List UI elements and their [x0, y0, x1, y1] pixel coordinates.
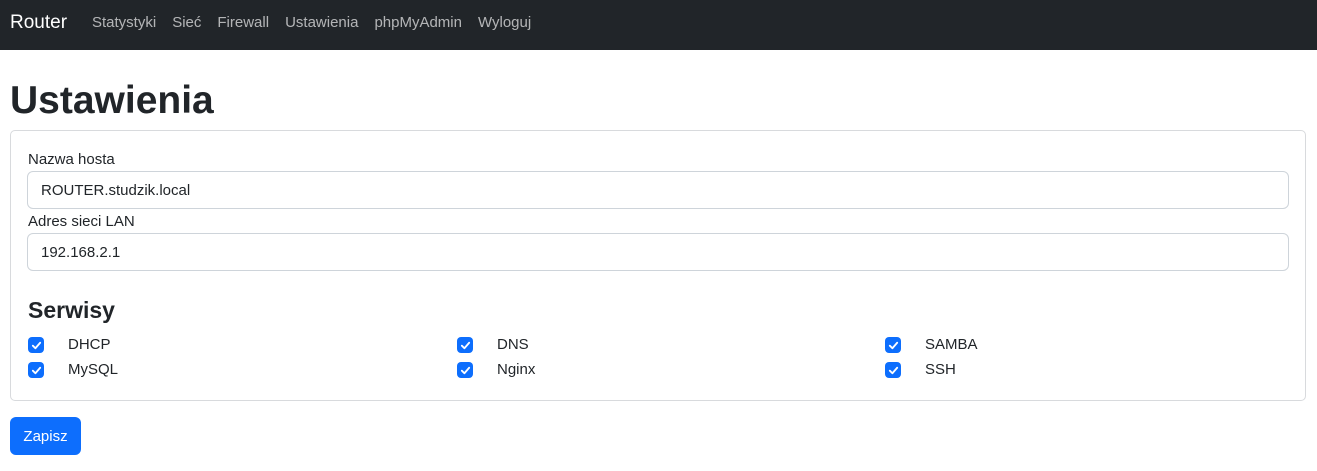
nav-link-ustawienia[interactable]: Ustawienia — [285, 13, 358, 33]
service-dhcp-checkbox[interactable]: DHCP — [28, 335, 111, 355]
checkbox-checked-icon — [28, 337, 44, 353]
lan-address-label: Adres sieci LAN — [28, 213, 135, 230]
nav-links: Statystyki Sieć Firewall Ustawienia phpM… — [92, 13, 547, 33]
save-button[interactable]: Zapisz — [10, 417, 81, 455]
navbar: Router Statystyki Sieć Firewall Ustawien… — [0, 0, 1317, 50]
nav-link-siec[interactable]: Sieć — [172, 13, 201, 33]
nav-link-statystyki[interactable]: Statystyki — [92, 13, 156, 33]
page-title: Ustawienia — [10, 79, 214, 122]
hostname-input[interactable] — [27, 171, 1289, 209]
service-nginx-checkbox[interactable]: Nginx — [457, 360, 535, 380]
hostname-label: Nazwa hosta — [28, 151, 115, 168]
service-samba-checkbox[interactable]: SAMBA — [885, 335, 978, 355]
nav-link-firewall[interactable]: Firewall — [217, 13, 269, 33]
checkbox-checked-icon — [457, 362, 473, 378]
checkbox-checked-icon — [457, 337, 473, 353]
checkbox-checked-icon — [28, 362, 44, 378]
service-label: MySQL — [68, 361, 119, 378]
service-label: DNS — [497, 336, 529, 353]
nav-link-phpmyadmin[interactable]: phpMyAdmin — [374, 13, 462, 33]
service-dns-checkbox[interactable]: DNS — [457, 335, 529, 355]
service-mysql-checkbox[interactable]: MySQL — [28, 360, 118, 380]
service-label: SAMBA — [925, 336, 978, 353]
services-title: Serwisy — [28, 297, 115, 323]
settings-card: Nazwa hosta Adres sieci LAN Serwisy DHCP… — [10, 130, 1306, 401]
service-ssh-checkbox[interactable]: SSH — [885, 360, 956, 380]
service-label: SSH — [925, 361, 956, 378]
lan-address-input[interactable] — [27, 233, 1289, 271]
nav-link-wyloguj[interactable]: Wyloguj — [478, 13, 531, 33]
service-label: DHCP — [68, 336, 111, 353]
brand-link[interactable]: Router — [10, 11, 67, 35]
checkbox-checked-icon — [885, 337, 901, 353]
service-label: Nginx — [497, 361, 536, 378]
checkbox-checked-icon — [885, 362, 901, 378]
